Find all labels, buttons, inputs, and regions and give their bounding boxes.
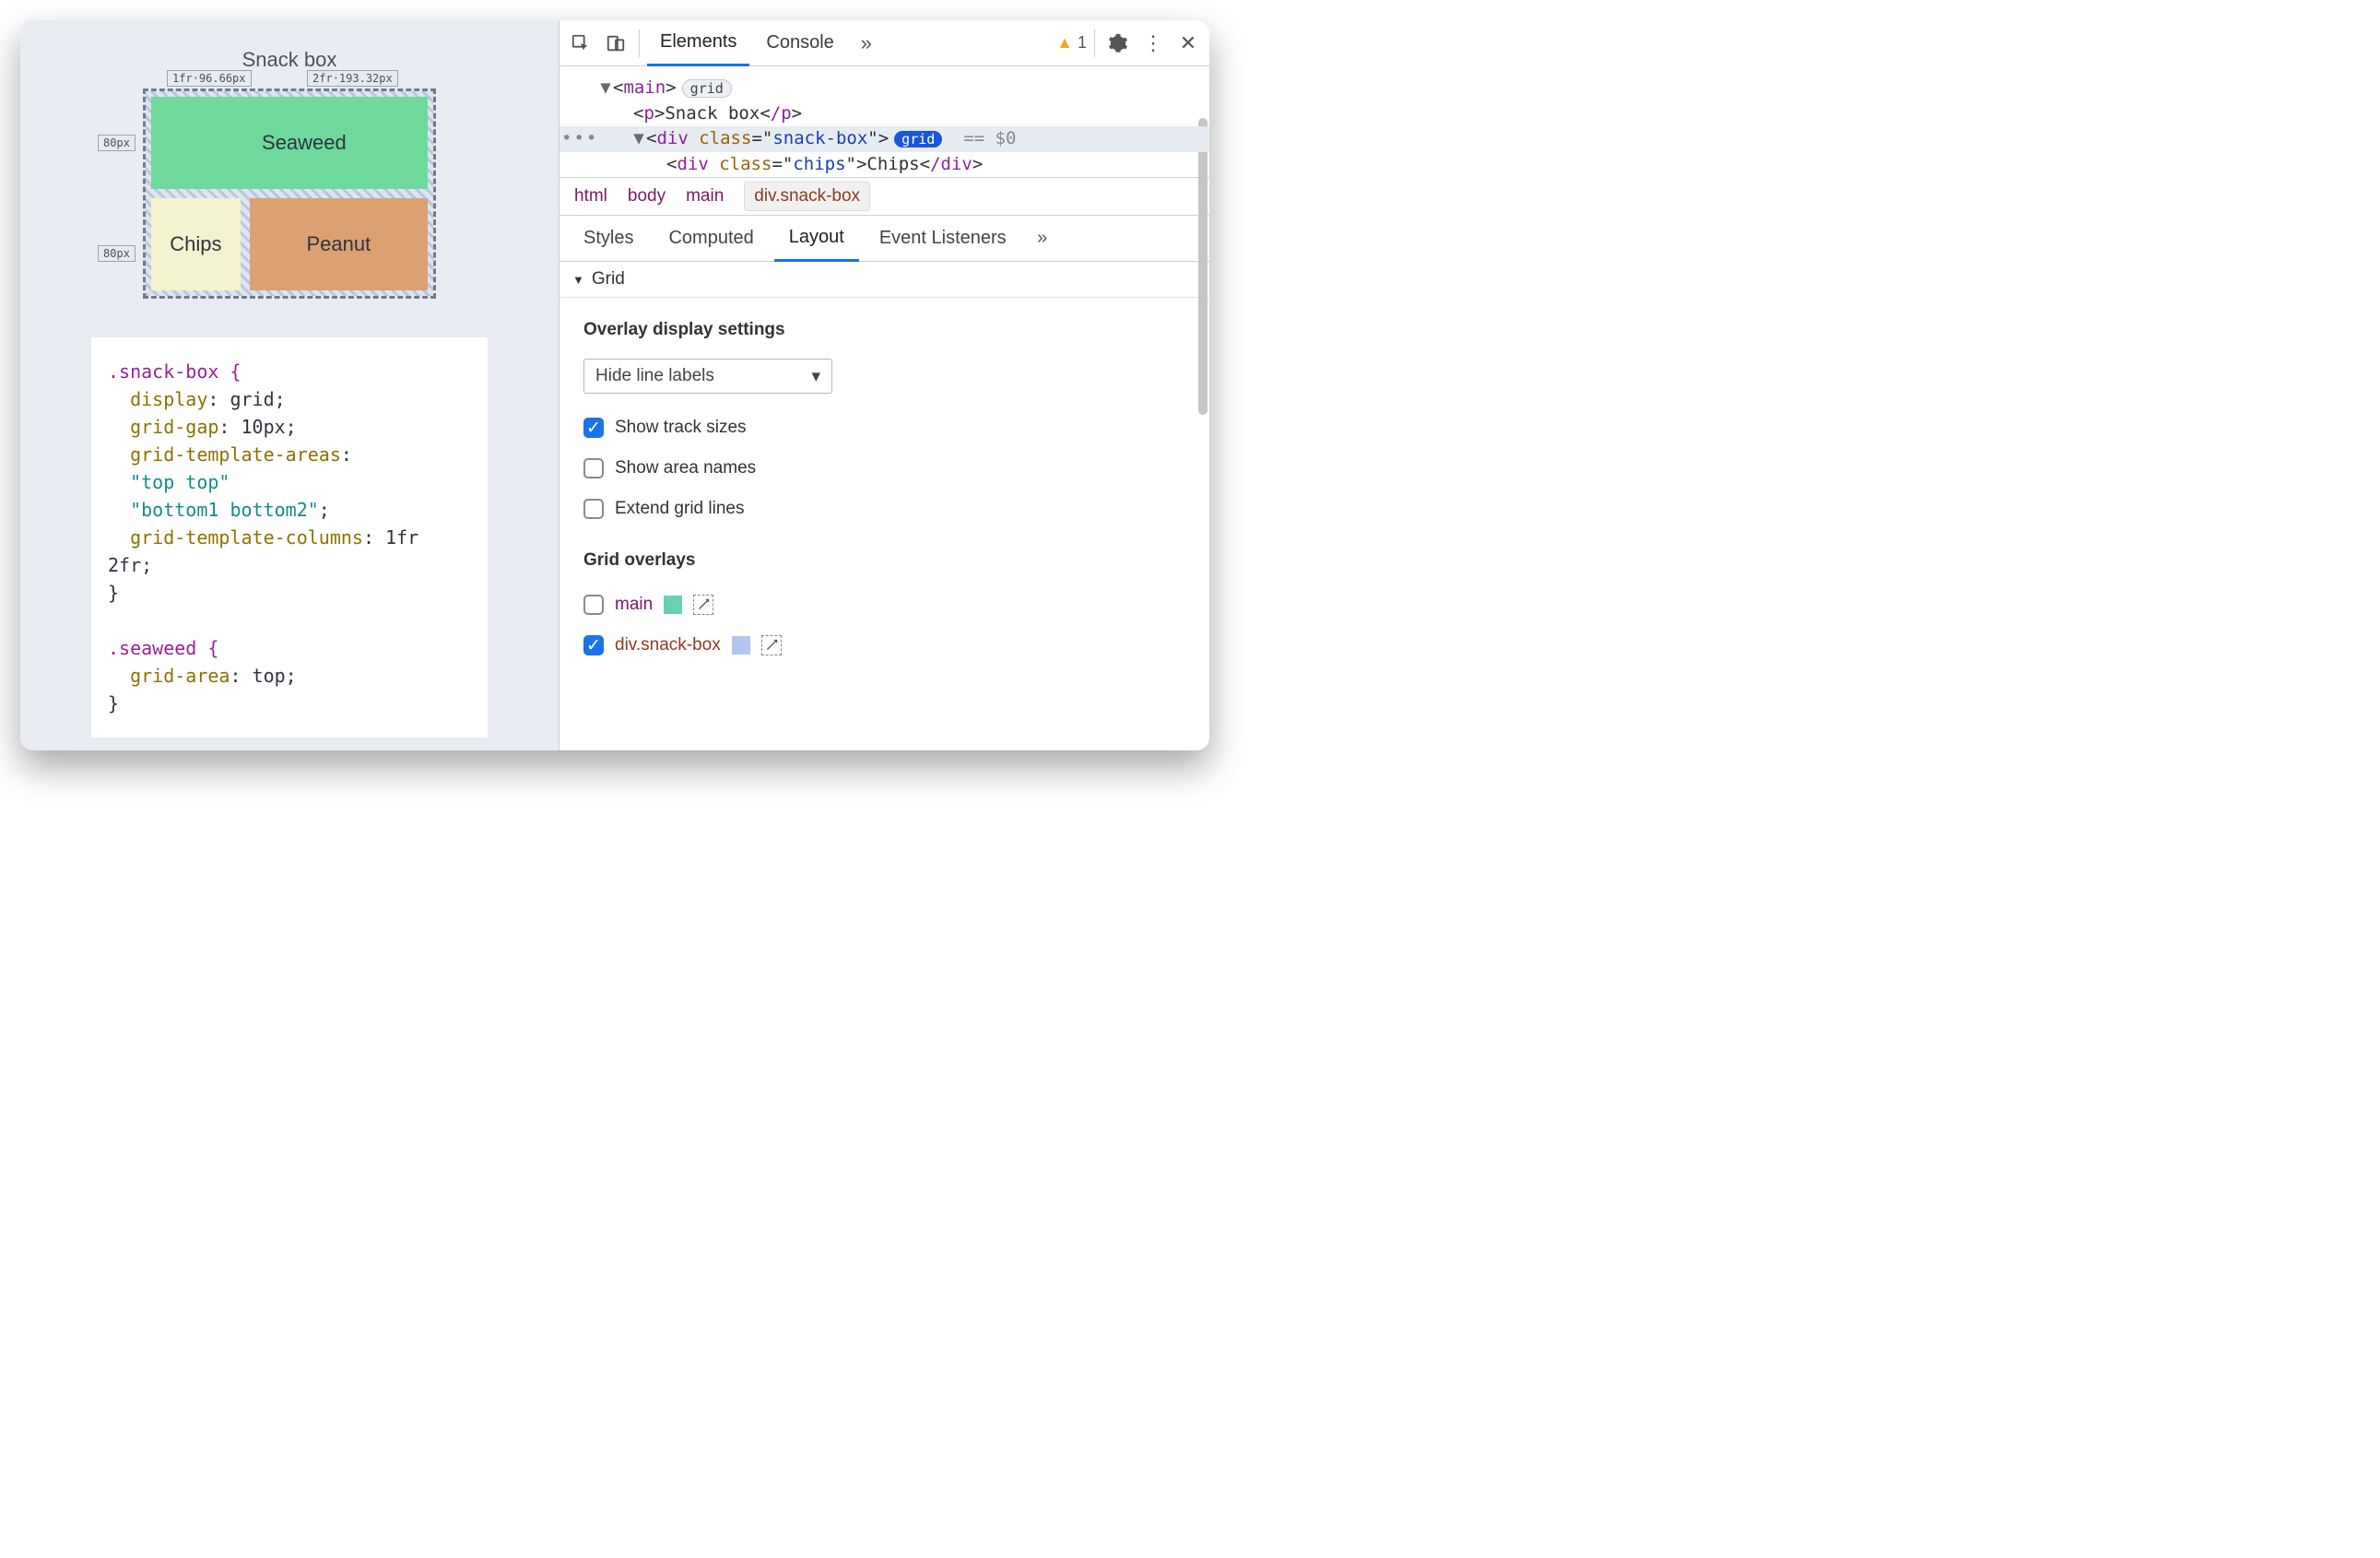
css-val: : — [341, 443, 352, 466]
warning-count: 1 — [1078, 33, 1087, 53]
dom-tag: div — [677, 154, 708, 174]
breadcrumb: html body main div.snack-box — [560, 177, 1209, 216]
separator — [1094, 30, 1095, 57]
dom-tree[interactable]: ▼<main>grid <p>Snack box</p> ••• ▼<div c… — [560, 66, 1209, 177]
devtools-panel: Elements Console » ▲ 1 ⋮ ✕ ▼<main>grid <… — [559, 20, 1209, 750]
dom-attr-name: class — [719, 154, 772, 174]
page-preview: Snack box 1fr·96.66px 2fr·193.32px 80px … — [20, 20, 559, 750]
warnings-badge[interactable]: ▲ 1 — [1056, 33, 1087, 53]
css-term: ; — [319, 499, 330, 521]
cell-peanut: Peanut — [250, 198, 428, 290]
bc-main[interactable]: main — [686, 186, 724, 207]
chevron-down-icon: ▾ — [811, 366, 820, 387]
css-val: : 10px; — [218, 416, 296, 438]
grid-overlays-title: Grid overlays — [583, 550, 1185, 571]
css-prop: grid-template-areas — [130, 443, 341, 466]
more-subtabs-icon[interactable]: » — [1027, 223, 1058, 254]
label-extend-lines: Extend grid lines — [615, 499, 744, 519]
gear-icon[interactable] — [1102, 28, 1134, 59]
cell-seaweed: Seaweed — [151, 97, 428, 189]
subtab-listeners[interactable]: Event Listeners — [865, 216, 1021, 262]
css-prop: grid-template-columns — [130, 526, 363, 549]
subtab-computed[interactable]: Computed — [654, 216, 768, 262]
device-toggle-icon[interactable] — [600, 28, 631, 59]
grid-overlay-wrap: 1fr·96.66px 2fr·193.32px 80px 80px Seawe… — [143, 89, 436, 299]
bc-html[interactable]: html — [574, 186, 607, 207]
checkbox-extend-lines[interactable] — [583, 499, 604, 519]
css-string: "bottom1 bottom2" — [130, 499, 319, 521]
close-icon[interactable]: ✕ — [1172, 28, 1204, 59]
grid-badge[interactable]: grid — [682, 79, 732, 98]
disclose-icon: ▼ — [572, 273, 584, 287]
cell-chips: Chips — [151, 198, 241, 290]
dom-tag: /div — [930, 154, 972, 174]
track-label-row1: 80px — [98, 135, 135, 151]
css-code-block: .snack-box { display: grid; grid-gap: 10… — [91, 337, 488, 738]
bc-current[interactable]: div.snack-box — [744, 182, 870, 211]
dom-tag: p — [643, 103, 654, 124]
highlight-icon[interactable] — [761, 635, 782, 655]
css-brace: } — [108, 692, 119, 714]
tab-elements[interactable]: Elements — [647, 20, 749, 66]
css-val: : top; — [230, 665, 296, 687]
devtools-window: Snack box 1fr·96.66px 2fr·193.32px 80px … — [20, 20, 1209, 750]
more-tabs-icon[interactable]: » — [851, 28, 882, 59]
label-area-names: Show area names — [615, 458, 756, 478]
swatch-main[interactable] — [664, 596, 682, 614]
tab-console[interactable]: Console — [753, 20, 846, 66]
scrollbar[interactable] — [1198, 267, 1208, 415]
subtab-styles[interactable]: Styles — [569, 216, 648, 262]
dom-text: Chips — [866, 154, 919, 174]
grid-dashed-border: Seaweed Chips Peanut — [143, 89, 436, 299]
checkbox-overlay-main[interactable] — [583, 595, 604, 615]
overlay-name-snackbox[interactable]: div.snack-box — [615, 635, 721, 655]
css-prop: grid-gap — [130, 416, 218, 438]
overlay-settings-title: Overlay display settings — [583, 320, 1185, 340]
kebab-icon[interactable]: ⋮ — [1137, 28, 1169, 59]
track-label-col1: 1fr·96.66px — [167, 70, 251, 87]
css-selector-2: .seaweed { — [108, 637, 218, 659]
dom-attr-name: class — [699, 128, 751, 148]
grid-section-header[interactable]: ▼ Grid — [560, 262, 1209, 298]
warning-icon: ▲ — [1056, 33, 1073, 53]
css-string: "top top" — [130, 471, 230, 493]
track-label-row2: 80px — [98, 245, 135, 262]
checkbox-track-sizes[interactable]: ✓ — [583, 418, 604, 438]
select-value: Hide line labels — [595, 366, 714, 386]
swatch-snackbox[interactable] — [732, 636, 750, 655]
dom-eq0: == $0 — [963, 128, 1016, 148]
grid-badge-active[interactable]: grid — [894, 131, 942, 148]
subtab-layout[interactable]: Layout — [774, 216, 859, 262]
dom-attr-val: snack-box — [772, 128, 867, 148]
css-brace: } — [108, 582, 119, 604]
css-val: : grid; — [207, 388, 285, 410]
inspect-icon[interactable] — [565, 28, 596, 59]
snack-box-grid: Seaweed Chips Peanut — [146, 91, 433, 296]
page-title: Snack box — [242, 48, 337, 72]
bc-body[interactable]: body — [628, 186, 666, 207]
dom-attr-val: chips — [793, 154, 845, 174]
css-prop: grid-area — [130, 665, 230, 687]
checkbox-area-names[interactable] — [583, 458, 604, 478]
checkbox-overlay-snackbox[interactable]: ✓ — [583, 635, 604, 655]
label-track-sizes: Show track sizes — [615, 418, 747, 438]
line-labels-select[interactable]: Hide line labels ▾ — [583, 359, 832, 394]
grid-section-title: Grid — [592, 269, 625, 289]
dom-tag: main — [623, 77, 666, 98]
layout-panel-body: Overlay display settings Hide line label… — [560, 298, 1209, 678]
separator — [639, 30, 640, 57]
dom-tag: div — [656, 128, 688, 148]
dom-tag: /p — [771, 103, 792, 124]
dom-text: Snack box — [665, 103, 760, 124]
sidebar-subtabs: Styles Computed Layout Event Listeners » — [560, 216, 1209, 262]
css-selector-1: .snack-box { — [108, 360, 242, 383]
track-label-col2: 2fr·193.32px — [307, 70, 398, 87]
devtools-toolbar: Elements Console » ▲ 1 ⋮ ✕ — [560, 20, 1209, 66]
overlay-name-main[interactable]: main — [615, 595, 653, 615]
css-prop: display — [130, 388, 207, 410]
row-actions-icon[interactable]: ••• — [561, 126, 598, 152]
highlight-icon[interactable] — [693, 595, 713, 615]
